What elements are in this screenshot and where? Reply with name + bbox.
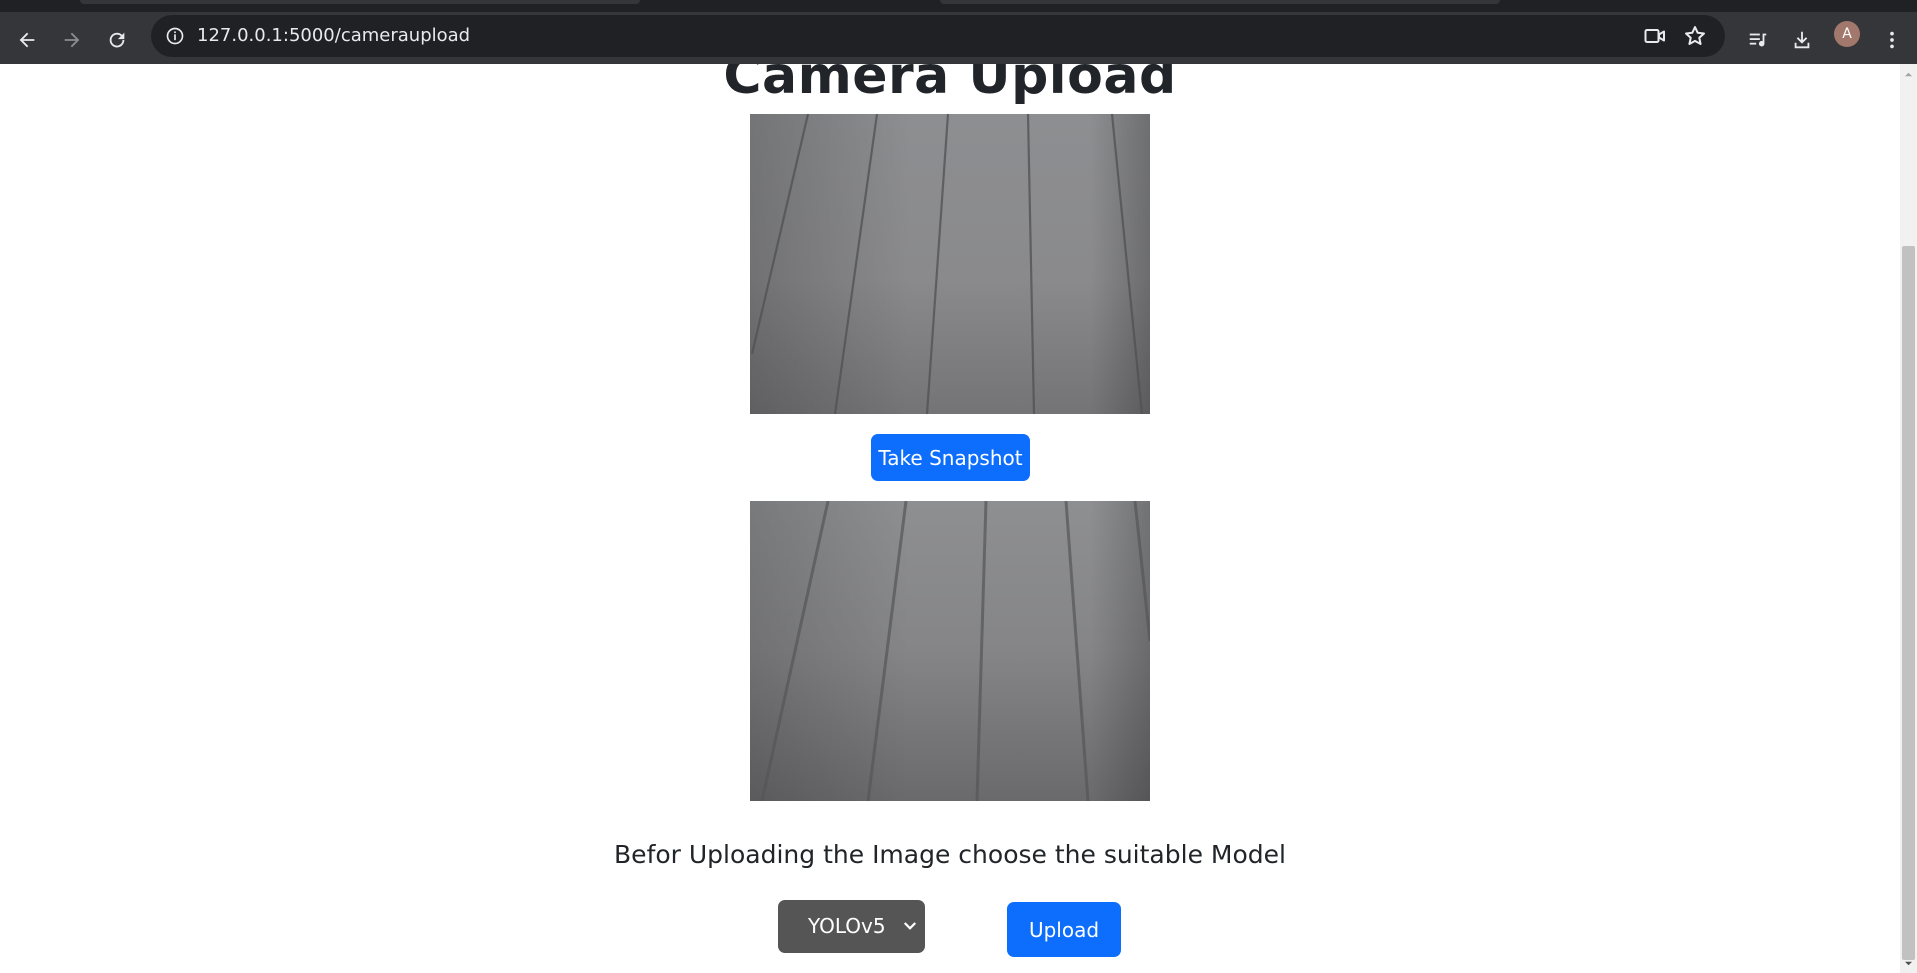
page-content: Camera Upload Take Snapshot Befor Upload… <box>0 64 1900 973</box>
star-icon[interactable] <box>1682 23 1708 49</box>
profile-avatar[interactable]: A <box>1834 21 1860 47</box>
model-select[interactable]: YOLOv5 <box>778 900 925 953</box>
scroll-up-arrow-icon[interactable] <box>1904 70 1913 79</box>
browser-chrome: 127.0.0.1:5000/cameraupload A <box>0 0 1917 64</box>
download-icon <box>1794 31 1810 49</box>
browser-tab[interactable] <box>940 0 1500 4</box>
browser-menu-button[interactable] <box>1874 22 1910 58</box>
browser-toolbar: 127.0.0.1:5000/cameraupload <box>0 12 1917 64</box>
scrollbar-thumb[interactable] <box>1902 246 1915 960</box>
media-controls-icon <box>1749 33 1767 47</box>
snapshot-preview <box>750 501 1150 801</box>
avatar-initial: A <box>1842 26 1852 42</box>
forward-button[interactable] <box>54 22 90 58</box>
reload-button[interactable] <box>99 22 135 58</box>
site-info-icon[interactable] <box>161 22 189 50</box>
back-button[interactable] <box>9 22 45 58</box>
media-controls-button[interactable] <box>1740 22 1776 58</box>
upload-button[interactable]: Upload <box>1007 902 1121 957</box>
back-arrow-icon <box>19 32 35 48</box>
page-scrollbar[interactable] <box>1900 64 1917 973</box>
reload-icon <box>109 32 125 48</box>
tab-strip <box>0 0 1917 12</box>
chevron-down-icon <box>903 922 917 930</box>
page-title: Camera Upload <box>723 64 1177 106</box>
model-select-value: YOLOv5 <box>808 914 886 938</box>
video-camera-icon[interactable] <box>1642 23 1668 49</box>
take-snapshot-button[interactable]: Take Snapshot <box>871 434 1030 481</box>
address-bar[interactable]: 127.0.0.1:5000/cameraupload <box>151 15 1725 57</box>
browser-tab[interactable] <box>80 0 640 4</box>
forward-arrow-icon <box>64 32 80 48</box>
instructions-text: Befor Uploading the Image choose the sui… <box>614 840 1286 869</box>
kebab-menu-icon <box>1890 31 1894 49</box>
live-camera-feed <box>750 114 1150 414</box>
scroll-down-arrow-icon[interactable] <box>1904 959 1913 968</box>
downloads-button[interactable] <box>1784 22 1820 58</box>
url-text[interactable]: 127.0.0.1:5000/cameraupload <box>197 15 470 57</box>
